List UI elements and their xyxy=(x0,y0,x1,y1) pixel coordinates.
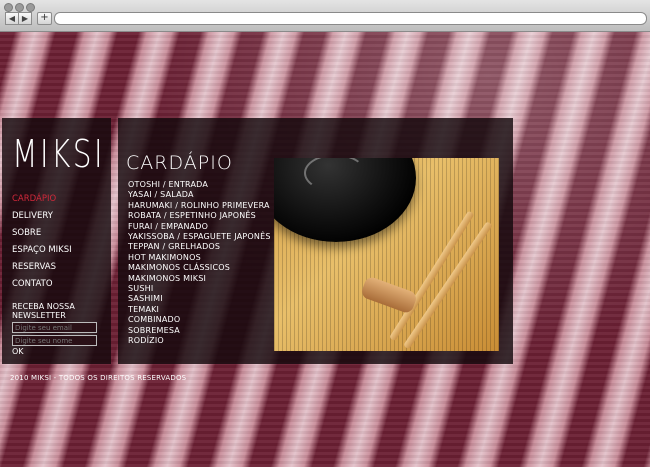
menu-item[interactable]: TEMAKI xyxy=(128,305,271,315)
browser-toolbar: ◀ ▶ + xyxy=(0,0,650,32)
bowl-image xyxy=(274,158,416,242)
zoom-window-icon[interactable] xyxy=(26,3,35,12)
nav-item-reservas[interactable]: RESERVAS xyxy=(12,262,72,272)
menu-item[interactable]: TEPPAN / GRELHADOS xyxy=(128,242,271,252)
menu-item[interactable]: SUSHI xyxy=(128,284,271,294)
menu-item[interactable]: RODÍZIO xyxy=(128,336,271,346)
page-title: CARDÁPIO xyxy=(126,152,233,174)
nav-item-espaco-miksi[interactable]: ESPAÇO MIKSI xyxy=(12,245,72,255)
newsletter-title: RECEBA NOSSA NEWSLETTER xyxy=(12,302,75,320)
forward-arrow-icon[interactable]: ▶ xyxy=(18,12,32,25)
nav-item-delivery[interactable]: DELIVERY xyxy=(12,211,72,221)
nav-item-sobre[interactable]: SOBRE xyxy=(12,228,72,238)
main-nav: CARDÁPIO DELIVERY SOBRE ESPAÇO MIKSI RES… xyxy=(12,194,72,296)
menu-item[interactable]: MAKIMONOS MIKSI xyxy=(128,274,271,284)
chopstick-rest-image xyxy=(359,275,419,315)
plus-icon[interactable]: + xyxy=(37,12,52,25)
menu-item[interactable]: SOBREMESA xyxy=(128,326,271,336)
close-window-icon[interactable] xyxy=(4,3,13,12)
menu-item[interactable]: YAKISSOBA / ESPAGUETE JAPONÊS xyxy=(128,232,271,242)
back-arrow-icon[interactable]: ◀ xyxy=(5,12,19,25)
newsletter-name-field[interactable] xyxy=(12,335,97,346)
menu-panel: CARDÁPIO OTOSHI / ENTRADA YASAI / SALADA… xyxy=(118,118,513,364)
newsletter-form: RECEBA NOSSA NEWSLETTER OK xyxy=(12,302,104,356)
nav-item-contato[interactable]: CONTATO xyxy=(12,279,72,289)
menu-list: OTOSHI / ENTRADA YASAI / SALADA HARUMAKI… xyxy=(128,180,271,347)
site-logo[interactable]: MIKSI xyxy=(12,135,105,173)
menu-item[interactable]: YASAI / SALADA xyxy=(128,190,271,200)
menu-item[interactable]: FURAI / EMPANADO xyxy=(128,222,271,232)
chopstick-image xyxy=(403,221,493,350)
newsletter-email-field[interactable] xyxy=(12,322,97,333)
chopstick-image xyxy=(389,210,475,342)
menu-item[interactable]: HOT MAKIMONOS xyxy=(128,253,271,263)
nav-item-cardapio[interactable]: CARDÁPIO xyxy=(12,194,72,204)
address-bar[interactable] xyxy=(54,12,647,25)
menu-item[interactable]: MAKIMONOS CLÁSSICOS xyxy=(128,263,271,273)
menu-item[interactable]: COMBINADO xyxy=(128,315,271,325)
sidebar: MIKSI CARDÁPIO DELIVERY SOBRE ESPAÇO MIK… xyxy=(2,118,111,364)
footer-copyright: 2010 MIKSI - TODOS OS DIREITOS RESERVADO… xyxy=(10,374,187,382)
menu-item[interactable]: ROBATA / ESPETINHO JAPONÊS xyxy=(128,211,271,221)
menu-item[interactable]: HARUMAKI / ROLINHO PRIMEVERA xyxy=(128,201,271,211)
sushi-photo xyxy=(274,158,499,351)
minimize-window-icon[interactable] xyxy=(15,3,24,12)
newsletter-submit-button[interactable]: OK xyxy=(12,347,104,356)
menu-item[interactable]: SASHIMI xyxy=(128,294,271,304)
menu-item[interactable]: OTOSHI / ENTRADA xyxy=(128,180,271,190)
